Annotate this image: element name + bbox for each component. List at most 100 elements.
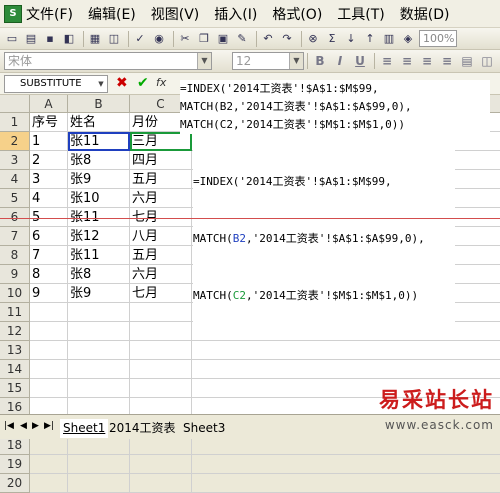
grid-cell[interactable]: 姓名 (68, 113, 130, 132)
row-header[interactable]: 9 (0, 265, 30, 284)
paste-icon[interactable]: ▣ (215, 31, 231, 47)
align-right-icon[interactable]: ≡ (418, 53, 436, 70)
row-header[interactable]: 5 (0, 189, 30, 208)
grid-cell[interactable]: 9 (30, 284, 68, 303)
row-header[interactable]: 10 (0, 284, 30, 303)
menu-format[interactable]: 格式(O) (272, 4, 322, 24)
grid-cell[interactable]: 6 (30, 227, 68, 246)
grid-cell[interactable] (130, 360, 192, 379)
row-header[interactable]: 1 (0, 113, 30, 132)
menu-edit[interactable]: 编辑(E) (88, 4, 136, 24)
grid-cell[interactable] (30, 322, 68, 341)
grid-cell-empty[interactable] (192, 474, 500, 493)
grid-cell[interactable]: 张10 (68, 189, 130, 208)
copy-icon[interactable]: ❐ (196, 31, 212, 47)
align-center-icon[interactable]: ≡ (398, 53, 416, 70)
spelling-icon[interactable]: ✓ (132, 31, 148, 47)
underline-button[interactable]: U (351, 53, 369, 70)
grid-cell[interactable] (68, 341, 130, 360)
grid-cell[interactable]: 张12 (68, 227, 130, 246)
print-icon[interactable]: ▦ (87, 31, 103, 47)
menu-tools[interactable]: 工具(T) (337, 4, 384, 24)
grid-cell[interactable]: 8 (30, 265, 68, 284)
grid-cell[interactable]: 张11 (68, 246, 130, 265)
grid-cell[interactable] (130, 303, 192, 322)
grid-cell-empty[interactable] (192, 360, 500, 379)
menu-data[interactable]: 数据(D) (400, 4, 450, 24)
menu-view[interactable]: 视图(V) (151, 4, 200, 24)
row-header[interactable]: 19 (0, 455, 30, 474)
row-header[interactable]: 20 (0, 474, 30, 493)
grid-cell[interactable]: 五月 (130, 246, 192, 265)
name-box[interactable]: SUBSTITUTE ▼ (4, 75, 108, 93)
new-icon[interactable]: ▭ (4, 31, 20, 47)
undo-icon[interactable]: ↶ (260, 31, 276, 47)
grid-cell[interactable] (130, 379, 192, 398)
grid-cell[interactable] (68, 322, 130, 341)
merge-center-icon[interactable]: ▤ (458, 53, 476, 70)
row-header[interactable]: 12 (0, 322, 30, 341)
grid-cell-empty[interactable] (192, 341, 500, 360)
grid-cell[interactable]: 7 (30, 246, 68, 265)
formula-input[interactable]: =INDEX('2014工资表'!$A$1:$M$99, MATCH(B2,'20… (180, 80, 490, 134)
row-header[interactable]: 14 (0, 360, 30, 379)
grid-cell[interactable]: 四月 (130, 151, 192, 170)
open-icon[interactable]: ▤ (23, 31, 39, 47)
grid-cell[interactable] (130, 341, 192, 360)
last-sheet-icon[interactable]: ▶| (44, 421, 54, 431)
grid-cell[interactable]: 六月 (130, 189, 192, 208)
drawing-icon[interactable]: ◈ (400, 31, 416, 47)
format-painter-icon[interactable]: ✎ (234, 31, 250, 47)
currency-icon[interactable]: ◫ (478, 53, 496, 70)
redo-icon[interactable]: ↷ (279, 31, 295, 47)
grid-cell[interactable] (130, 322, 192, 341)
sheet-tab-sheet3[interactable]: Sheet3 (180, 419, 228, 438)
row-header[interactable]: 15 (0, 379, 30, 398)
grid-cell[interactable]: 张11 (68, 132, 130, 151)
first-sheet-icon[interactable]: |◀ (4, 421, 14, 431)
grid-cell[interactable] (68, 303, 130, 322)
grid-cell[interactable] (30, 379, 68, 398)
row-header[interactable]: 8 (0, 246, 30, 265)
row-header[interactable]: 7 (0, 227, 30, 246)
in-cell-editor[interactable]: =INDEX('2014工资表'!$A$1:$M$99, MATCH(B2,'2… (193, 134, 455, 324)
grid-cell[interactable] (68, 379, 130, 398)
align-left-icon[interactable]: ≡ (378, 53, 396, 70)
grid-cell[interactable]: 张8 (68, 265, 130, 284)
row-header[interactable]: 13 (0, 341, 30, 360)
sort-asc-icon[interactable]: ↓ (343, 31, 359, 47)
row-header[interactable]: 2 (0, 132, 30, 151)
grid-cell[interactable] (68, 474, 130, 493)
grid-cell[interactable]: 七月 (130, 284, 192, 303)
column-header-b[interactable]: B (68, 95, 130, 113)
menu-file[interactable]: 文件(F) (26, 4, 73, 24)
sheet-tab-sheet1[interactable]: Sheet1 (60, 419, 109, 438)
grid-cell[interactable]: 张8 (68, 151, 130, 170)
app-icon[interactable]: S (4, 4, 22, 23)
bold-button[interactable]: B (311, 53, 329, 70)
grid-cell[interactable]: 三月 (130, 132, 192, 151)
select-all-corner[interactable] (0, 95, 30, 113)
next-sheet-icon[interactable]: ▶ (32, 421, 39, 431)
enter-icon[interactable]: ✔ (137, 75, 149, 91)
cut-icon[interactable]: ✂ (177, 31, 193, 47)
grid-cell[interactable]: 张9 (68, 284, 130, 303)
row-header[interactable]: 3 (0, 151, 30, 170)
grid-cell[interactable] (30, 341, 68, 360)
justify-icon[interactable]: ≡ (438, 53, 456, 70)
grid-cell[interactable]: 1 (30, 132, 68, 151)
row-header[interactable]: 4 (0, 170, 30, 189)
row-header[interactable]: 11 (0, 303, 30, 322)
insert-function-icon[interactable]: fx (156, 76, 166, 89)
save-icon[interactable]: ▪ (42, 31, 58, 47)
grid-cell[interactable]: 六月 (130, 265, 192, 284)
menu-insert[interactable]: 插入(I) (214, 4, 257, 24)
grid-cell[interactable] (68, 360, 130, 379)
font-size-select[interactable]: 12 ▼ (232, 52, 304, 70)
column-header-a[interactable]: A (30, 95, 68, 113)
research-icon[interactable]: ◉ (151, 31, 167, 47)
grid-cell[interactable]: 4 (30, 189, 68, 208)
grid-cell[interactable] (30, 303, 68, 322)
chart-icon[interactable]: ▥ (381, 31, 397, 47)
grid-cell[interactable] (130, 455, 192, 474)
